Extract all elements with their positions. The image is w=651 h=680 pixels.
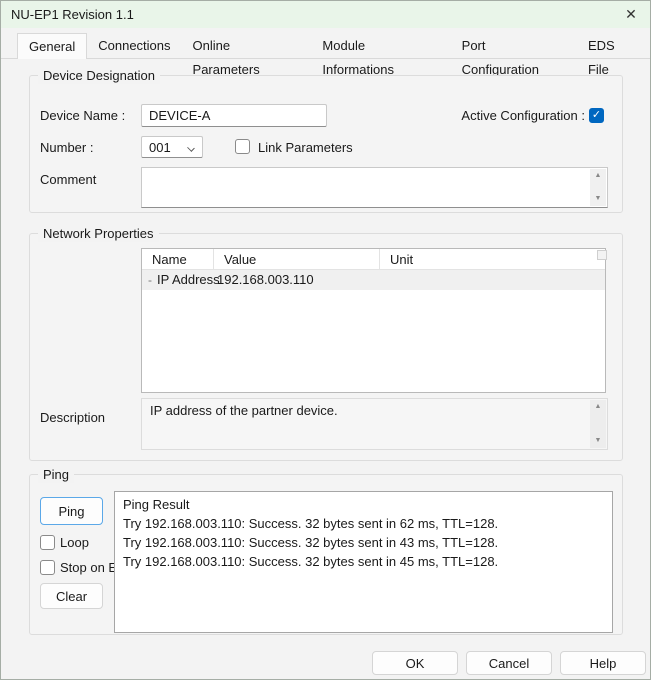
ping-group-label: Ping	[38, 466, 74, 483]
number-value: 001	[149, 140, 171, 155]
tab-module-informations[interactable]: Module Informations	[311, 34, 450, 58]
scroll-down-icon[interactable]: ▼	[590, 434, 606, 448]
device-name-label: Device Name :	[40, 104, 125, 127]
stop-on-error-checkbox[interactable]	[40, 560, 55, 575]
window-title: NU-EP1 Revision 1.1	[11, 7, 134, 22]
tab-online-parameters[interactable]: Online Parameters	[182, 34, 312, 58]
table-row[interactable]: - IP Address 192.168.003.110	[142, 270, 605, 290]
ping-result-line: Try 192.168.003.110: Success. 32 bytes s…	[123, 514, 604, 533]
title-bar: NU-EP1 Revision 1.1 ✕	[1, 1, 650, 28]
chevron-down-icon	[187, 144, 195, 152]
tab-general[interactable]: General	[17, 33, 87, 59]
ok-button[interactable]: OK	[372, 651, 458, 675]
comment-textarea[interactable]: ▲ ▼	[141, 167, 608, 208]
ping-result-box[interactable]: Ping Result Try 192.168.003.110: Success…	[114, 491, 613, 633]
description-scrollbar[interactable]: ▲ ▼	[590, 400, 606, 448]
network-properties-group: Network Properties Name Value Unit - IP …	[29, 233, 623, 461]
cancel-button[interactable]: Cancel	[466, 651, 552, 675]
number-label: Number :	[40, 136, 93, 159]
description-text: IP address of the partner device.	[150, 403, 338, 418]
tab-eds-file[interactable]: EDS File	[577, 34, 650, 58]
link-parameters-checkbox[interactable]	[235, 139, 250, 154]
loop-checkbox[interactable]	[40, 535, 55, 550]
active-configuration-checkbox[interactable]: ✓	[589, 108, 604, 123]
active-configuration-label: Active Configuration :	[461, 104, 585, 127]
property-name: IP Address	[157, 270, 220, 290]
scroll-up-icon[interactable]: ▲	[590, 169, 606, 183]
number-dropdown[interactable]: 001	[141, 136, 203, 158]
column-header-value[interactable]: Value	[214, 249, 380, 269]
ping-result-line: Try 192.168.003.110: Success. 32 bytes s…	[123, 533, 604, 552]
comment-scrollbar[interactable]: ▲ ▼	[590, 169, 606, 206]
description-box: IP address of the partner device. ▲ ▼	[141, 398, 608, 450]
clear-button[interactable]: Clear	[40, 583, 103, 609]
close-icon[interactable]: ✕	[612, 1, 650, 28]
device-name-input[interactable]	[141, 104, 327, 127]
tab-port-configuration[interactable]: Port Configuration	[451, 34, 577, 58]
help-button[interactable]: Help	[560, 651, 646, 675]
tab-bar: General Connections Online Parameters Mo…	[1, 28, 650, 59]
link-parameters-label: Link Parameters	[258, 136, 353, 159]
scroll-up-icon[interactable]: ▲	[590, 400, 606, 414]
properties-table: Name Value Unit - IP Address 192.168.003…	[141, 248, 606, 393]
description-label: Description	[40, 406, 105, 429]
ping-result-line: Try 192.168.003.110: Success. 32 bytes s…	[123, 552, 604, 571]
ping-button[interactable]: Ping	[40, 497, 103, 525]
loop-label: Loop	[60, 531, 89, 554]
check-icon: ✓	[592, 110, 601, 121]
ping-result-line: Ping Result	[123, 495, 604, 514]
tab-connections[interactable]: Connections	[87, 34, 181, 58]
column-header-name[interactable]: Name	[142, 249, 214, 269]
table-corner-box	[597, 250, 607, 260]
comment-label: Comment	[40, 168, 96, 191]
property-value: 192.168.003.110	[217, 270, 314, 290]
scroll-down-icon[interactable]: ▼	[590, 192, 606, 206]
table-header-row: Name Value Unit	[142, 249, 605, 270]
dialog-window: NU-EP1 Revision 1.1 ✕ General Connection…	[0, 0, 651, 680]
network-properties-label: Network Properties	[38, 225, 159, 242]
ping-group: Ping Ping Loop Stop on Error Clear Ping …	[29, 474, 623, 635]
device-designation-label: Device Designation	[38, 67, 160, 84]
column-header-unit[interactable]: Unit	[380, 249, 605, 269]
device-designation-group: Device Designation Device Name : Active …	[29, 75, 623, 213]
tree-collapse-icon[interactable]: -	[148, 270, 152, 290]
